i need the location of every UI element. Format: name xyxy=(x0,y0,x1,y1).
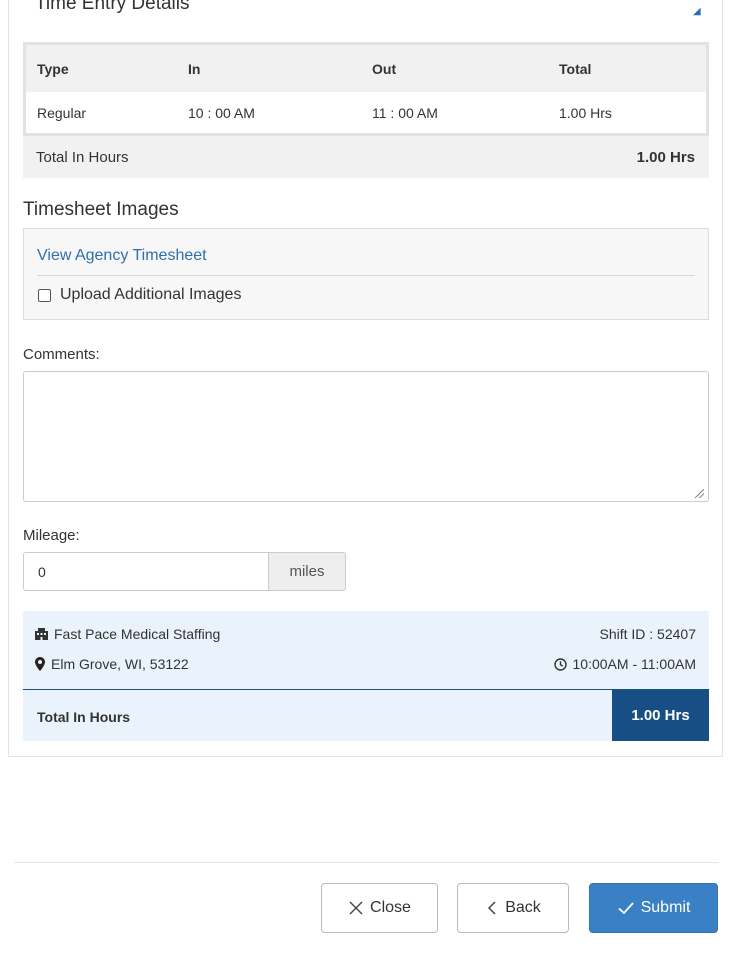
close-button[interactable]: Close xyxy=(321,883,438,933)
close-icon xyxy=(349,901,363,915)
location-info: Elm Grove, WI, 53122 xyxy=(35,656,189,672)
header-type: Type xyxy=(37,60,69,77)
header-total: Total xyxy=(559,60,592,77)
summary-total-label: Total In Hours xyxy=(37,709,131,725)
upload-images-label: Upload Additional Images xyxy=(60,286,242,303)
summary-total-value: 1.00 Hrs xyxy=(612,690,709,741)
cell-total: 1.00 Hrs xyxy=(559,105,612,121)
resize-handle[interactable] xyxy=(695,489,704,498)
back-button-label: Back xyxy=(505,899,541,916)
header-out: Out xyxy=(372,60,397,77)
chevron-left-icon xyxy=(488,901,496,915)
view-agency-timesheet-link[interactable]: View Agency Timesheet xyxy=(37,247,207,265)
total-hours-bar: Total In Hours 1.00 Hrs xyxy=(23,136,709,178)
table-header: Type In Out Total xyxy=(26,45,706,92)
submit-button[interactable]: Submit xyxy=(589,883,718,933)
close-button-label: Close xyxy=(370,899,411,916)
shift-time: 10:00AM - 11:00AM xyxy=(572,656,696,672)
shift-summary: Fast Pace Medical Staffing Elm Grove, WI… xyxy=(23,611,709,741)
mileage-unit: miles xyxy=(268,552,346,591)
timesheet-images-title: Timesheet Images xyxy=(23,199,179,220)
table-row: Regular 10 : 00 AM 11 : 00 AM 1.00 Hrs xyxy=(26,92,706,134)
building-icon xyxy=(35,628,48,640)
comments-label: Comments: xyxy=(23,346,100,363)
agency-name: Fast Pace Medical Staffing xyxy=(54,626,221,642)
upload-images-checkbox[interactable] xyxy=(38,288,51,302)
divider xyxy=(37,275,695,276)
location-text: Elm Grove, WI, 53122 xyxy=(51,656,189,672)
map-marker-icon xyxy=(35,657,45,671)
total-hours-value: 1.00 Hrs xyxy=(636,148,695,166)
summary-divider xyxy=(23,689,709,690)
submit-button-label: Submit xyxy=(640,899,691,916)
shift-time-info: 10:00AM - 11:00AM xyxy=(553,656,696,672)
time-entry-table: Type In Out Total Regular 10 : 00 AM 11 … xyxy=(23,42,709,136)
footer-divider xyxy=(14,862,718,863)
header-in: In xyxy=(188,60,201,77)
timesheet-images-panel: View Agency Timesheet Upload Additional … xyxy=(23,228,709,320)
expand-icon[interactable]: ◢ xyxy=(693,6,701,17)
mileage-label: Mileage: xyxy=(23,527,80,544)
mileage-input[interactable] xyxy=(23,552,269,591)
back-button[interactable]: Back xyxy=(457,883,569,933)
clock-icon xyxy=(553,657,567,671)
total-hours-label: Total In Hours xyxy=(36,148,129,166)
shift-id: Shift ID : 52407 xyxy=(599,626,696,642)
cell-in: 10 : 00 AM xyxy=(188,105,255,121)
check-icon xyxy=(617,902,634,915)
cell-type: Regular xyxy=(37,105,87,121)
section-title: Time Entry Details xyxy=(35,0,190,14)
agency-info: Fast Pace Medical Staffing xyxy=(35,626,220,642)
cell-out: 11 : 00 AM xyxy=(372,105,438,121)
upload-images-option[interactable]: Upload Additional Images xyxy=(38,286,241,304)
comments-textarea[interactable] xyxy=(23,371,709,502)
